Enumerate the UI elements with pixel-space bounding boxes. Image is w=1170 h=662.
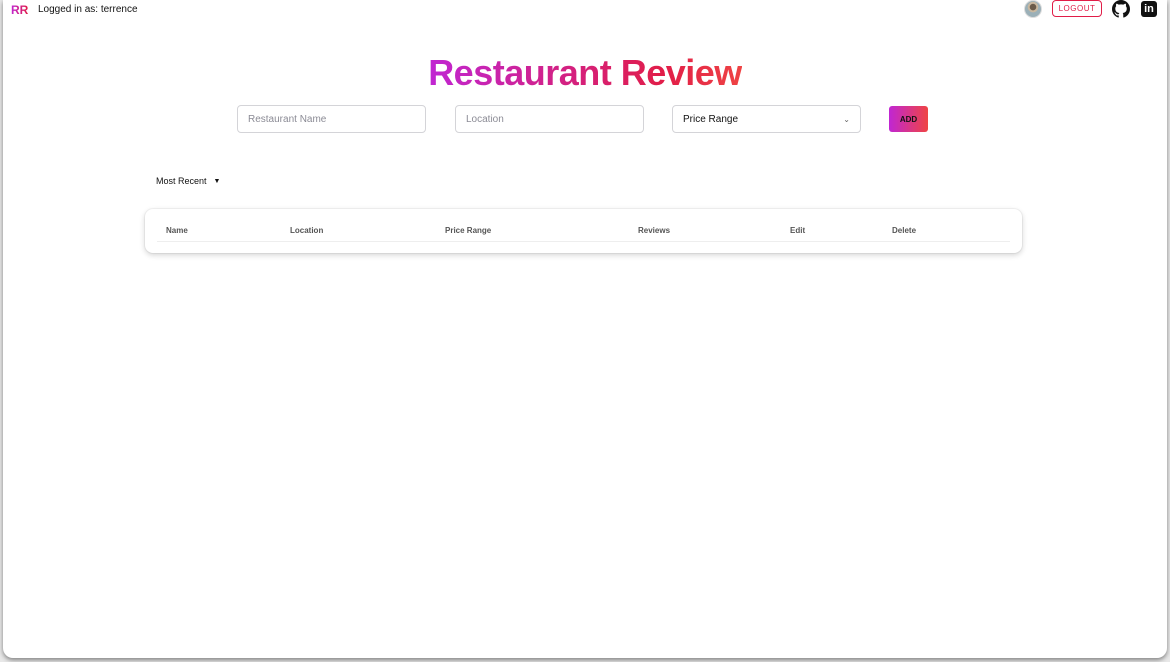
price-range-select[interactable]: Price Range ⌄ [672,105,861,133]
column-header-price-range: Price Range [445,226,492,235]
sort-dropdown[interactable]: Most Recent ▼ [156,176,220,186]
logout-button[interactable]: LOGOUT [1052,0,1102,17]
column-header-name: Name [166,226,188,235]
restaurants-table: Name Location Price Range Reviews Edit D… [145,209,1022,253]
sort-value: Most Recent [156,176,207,186]
column-header-edit: Edit [790,226,806,235]
column-header-reviews: Reviews [638,226,671,235]
restaurant-name-input[interactable]: Restaurant Name [237,105,426,133]
linkedin-icon[interactable]: in [1141,1,1157,17]
top-bar: RR Logged in as: terrence LOGOUT in [3,0,1167,20]
page-title: Restaurant Review [3,52,1167,94]
column-header-location: Location [290,226,324,235]
add-button[interactable]: ADD [889,106,928,132]
logged-in-label: Logged in as: terrence [38,4,138,15]
chevron-down-icon: ⌄ [843,114,850,124]
avatar[interactable] [1024,0,1042,18]
github-icon[interactable] [1112,0,1130,18]
price-range-value: Price Range [683,113,739,125]
brand-logo[interactable]: RR [11,3,28,17]
location-input[interactable]: Location [455,105,644,133]
table-header: Name Location Price Range Reviews Edit D… [157,209,1010,242]
caret-down-icon: ▼ [213,177,221,185]
page-title-text: Restaurant Review [428,52,742,93]
column-header-delete: Delete [892,226,917,235]
app-window: RR Logged in as: terrence LOGOUT in Rest… [3,0,1167,658]
